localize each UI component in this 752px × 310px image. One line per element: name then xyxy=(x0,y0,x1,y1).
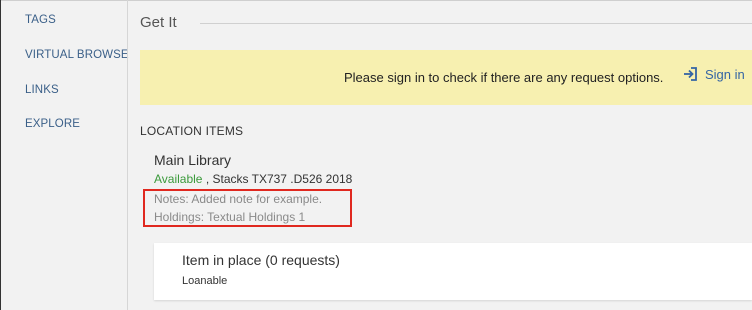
signin-label: Sign in xyxy=(705,66,745,82)
item-policy: Loanable xyxy=(182,275,228,287)
sidebar-item-links[interactable]: LINKS xyxy=(25,84,59,96)
sidebar-divider xyxy=(127,0,128,310)
section-title: Get It xyxy=(140,14,177,31)
signin-message: Please sign in to check if there are any… xyxy=(344,70,664,85)
sidebar-item-virtual-browse[interactable]: VIRTUAL BROWSE xyxy=(25,49,129,61)
sidebar-nav: TAGS VIRTUAL BROWSE LINKS EXPLORE xyxy=(1,0,129,310)
signin-button[interactable]: Sign in xyxy=(683,66,745,82)
section-divider xyxy=(200,23,752,24)
call-number: , Stacks TX737 .D526 2018 xyxy=(202,172,353,186)
signin-banner: Please sign in to check if there are any… xyxy=(140,50,752,105)
sidebar-item-explore[interactable]: EXPLORE xyxy=(25,118,80,130)
library-name: Main Library xyxy=(154,152,232,168)
location-items-header: LOCATION ITEMS xyxy=(140,124,244,138)
sidebar-item-tags[interactable]: TAGS xyxy=(25,14,56,26)
highlight-annotation-box xyxy=(143,189,352,227)
item-status-title: Item in place (0 requests) xyxy=(182,252,340,268)
sign-in-icon xyxy=(684,67,697,81)
availability-line: Available , Stacks TX737 .D526 2018 xyxy=(154,172,352,186)
availability-status: Available xyxy=(154,172,203,186)
item-card[interactable]: Item in place (0 requests) Loanable xyxy=(154,243,752,300)
